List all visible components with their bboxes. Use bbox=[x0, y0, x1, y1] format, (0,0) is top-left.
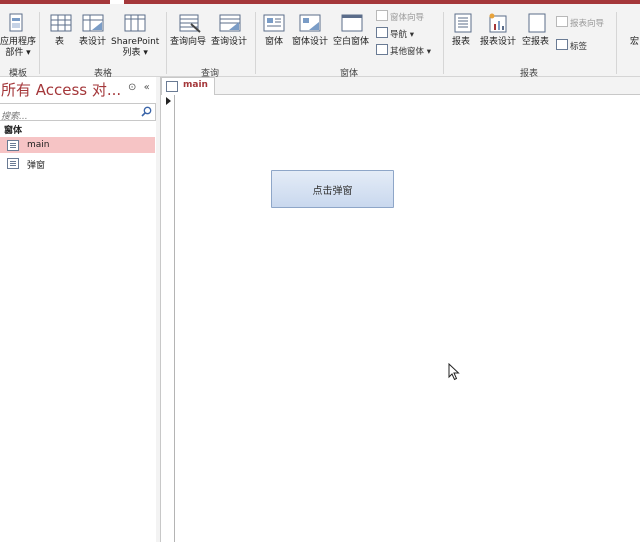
query-design-label: 查询设计 bbox=[211, 37, 248, 47]
form-object-icon bbox=[166, 81, 178, 92]
app-parts-label-2: 部件 ▾ bbox=[5, 48, 31, 58]
sharepoint-list-button[interactable]: SharePoint 列表 ▾ bbox=[111, 37, 159, 59]
form-design-button[interactable]: 窗体设计 bbox=[292, 37, 328, 48]
labels-icon bbox=[556, 39, 568, 50]
blank-form-icon bbox=[341, 14, 363, 32]
ribbon-separator bbox=[443, 12, 444, 74]
table-icon bbox=[50, 14, 72, 32]
sharepoint-label-1: SharePoint bbox=[111, 37, 160, 47]
ribbon: 应用程序 部件 ▾ 模板 表 表设计 SharePoint 列表 ▾ 表格 查询向导… bbox=[0, 4, 640, 79]
blank-report-button[interactable]: 空报表 bbox=[522, 37, 549, 48]
report-wizard-button[interactable]: 报表向导 bbox=[556, 16, 604, 30]
blank-form-button[interactable]: 空白窗体 bbox=[333, 37, 369, 48]
nav-item-label: main bbox=[27, 140, 50, 150]
query-wizard-label: 查询向导 bbox=[170, 37, 207, 47]
report-design-button[interactable]: 报表设计 bbox=[480, 37, 516, 48]
blank-report-icon bbox=[528, 13, 546, 33]
report-label: 报表 bbox=[452, 37, 471, 47]
nav-pane-title[interactable]: 所有 Access 对... bbox=[1, 79, 121, 100]
macro-label: 宏 bbox=[630, 37, 640, 47]
ribbon-separator bbox=[39, 12, 40, 74]
query-design-button[interactable]: 查询设计 bbox=[211, 37, 247, 48]
current-record-arrow-icon bbox=[166, 97, 171, 105]
report-icon bbox=[454, 13, 472, 33]
record-selector[interactable] bbox=[161, 95, 175, 542]
report-wizard-icon bbox=[556, 16, 568, 27]
form-label: 窗体 bbox=[265, 37, 284, 47]
query-wizard-icon bbox=[179, 14, 201, 33]
sharepoint-label-2: 列表 ▾ bbox=[122, 48, 148, 58]
ribbon-separator bbox=[255, 12, 256, 74]
form-design-icon bbox=[299, 14, 321, 32]
form-object-icon bbox=[7, 140, 19, 151]
report-design-icon bbox=[489, 13, 507, 33]
query-design-icon bbox=[219, 14, 241, 32]
popup-button[interactable]: 点击弹窗 bbox=[271, 170, 394, 208]
collapse-section-icon[interactable]: ︽ bbox=[4, 122, 147, 135]
labels-button[interactable]: 标签 bbox=[556, 39, 587, 53]
form-wizard-icon bbox=[376, 10, 388, 21]
more-forms-label: 其他窗体 ▾ bbox=[390, 47, 431, 57]
nav-search-box bbox=[0, 103, 156, 124]
form-design-label: 窗体设计 bbox=[292, 37, 329, 47]
form-wizard-button[interactable]: 窗体向导 bbox=[376, 10, 424, 24]
nav-item-label: 弹窗 bbox=[27, 161, 46, 171]
tab-main[interactable]: main bbox=[161, 77, 215, 95]
app-parts-button[interactable]: 应用程序 部件 ▾ bbox=[0, 37, 36, 59]
table-design-label: 表设计 bbox=[79, 37, 107, 47]
report-design-label: 报表设计 bbox=[480, 37, 517, 47]
form-wizard-label: 窗体向导 bbox=[390, 13, 425, 23]
labels-label: 标签 bbox=[570, 42, 588, 52]
macro-button[interactable]: 宏 bbox=[630, 37, 639, 48]
navigation-icon bbox=[376, 27, 388, 38]
form-button[interactable]: 窗体 bbox=[265, 37, 283, 48]
ribbon-separator bbox=[166, 12, 167, 74]
navigation-button[interactable]: 导航 ▾ bbox=[376, 27, 414, 41]
app-parts-icon bbox=[9, 13, 23, 32]
navigation-label: 导航 ▾ bbox=[390, 30, 414, 40]
ribbon-separator bbox=[616, 12, 617, 74]
form-object-icon bbox=[7, 158, 19, 169]
form-icon bbox=[263, 14, 285, 32]
sharepoint-list-icon bbox=[124, 14, 146, 32]
query-wizard-button[interactable]: 查询向导 bbox=[170, 37, 206, 48]
table-label: 表 bbox=[55, 37, 65, 47]
navigation-pane: 所有 Access 对... ⊙ « 窗体 ︽ main 弹窗 bbox=[0, 77, 157, 542]
table-design-icon bbox=[82, 14, 104, 32]
shutter-bar-collapse-icon[interactable]: « bbox=[144, 82, 150, 93]
nav-pane-controls: ⊙ « bbox=[128, 82, 150, 93]
nav-menu-chevron-icon[interactable]: ⊙ bbox=[128, 82, 136, 93]
document-area: main 点击弹窗 bbox=[161, 77, 640, 542]
tab-label: main bbox=[183, 80, 208, 90]
blank-report-label: 空报表 bbox=[522, 37, 550, 47]
document-tabstrip: main bbox=[161, 77, 640, 95]
mouse-cursor-icon bbox=[448, 363, 460, 381]
table-button[interactable]: 表 bbox=[55, 37, 64, 48]
nav-item-main[interactable]: main bbox=[0, 137, 155, 153]
search-icon[interactable] bbox=[141, 106, 152, 117]
app-parts-label-1: 应用程序 bbox=[0, 37, 37, 47]
blank-form-label: 空白窗体 bbox=[333, 37, 370, 47]
more-forms-button[interactable]: 其他窗体 ▾ bbox=[376, 44, 431, 58]
nav-section-forms[interactable]: 窗体 ︽ bbox=[0, 121, 155, 137]
table-design-button[interactable]: 表设计 bbox=[79, 37, 106, 48]
report-wizard-label: 报表向导 bbox=[570, 19, 605, 29]
more-forms-icon bbox=[376, 44, 388, 55]
report-button[interactable]: 报表 bbox=[452, 37, 470, 48]
nav-item-popup[interactable]: 弹窗 bbox=[0, 155, 155, 171]
